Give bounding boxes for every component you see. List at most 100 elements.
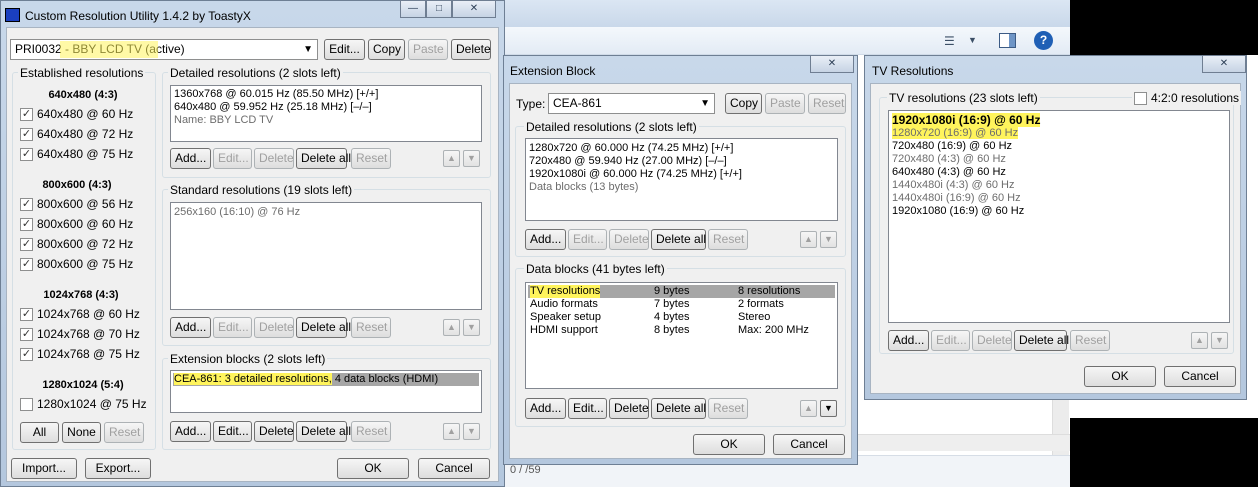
checkbox[interactable]: ✓ — [20, 327, 33, 341]
close-button[interactable]: ✕ — [452, 0, 496, 18]
tv-list[interactable]: 1920x1080i (16:9) @ 60 Hz 1280x720 (16:9… — [888, 110, 1230, 323]
chk-800-72[interactable]: ✓ 800x600 @ 72 Hz — [20, 237, 133, 251]
checkbox[interactable]: ✓ — [20, 217, 33, 231]
standard-up-icon[interactable]: ▲ — [443, 319, 460, 336]
chk-640-75[interactable]: ✓ 640x480 @ 75 Hz — [20, 147, 133, 161]
extension-close-button[interactable]: ✕ — [810, 55, 854, 73]
data-blocks-reset-button[interactable]: Reset — [708, 398, 748, 419]
detailed-reset-button[interactable]: Reset — [351, 148, 391, 169]
tv-close-button[interactable]: ✕ — [1202, 55, 1246, 73]
checkbox[interactable]: ✓ — [20, 147, 33, 161]
checkbox[interactable]: ✓ — [20, 237, 33, 251]
chk-1024-75[interactable]: ✓ 1024x768 @ 75 Hz — [20, 347, 140, 361]
detailed-delete-all-button[interactable]: Delete all — [296, 148, 351, 169]
list-item[interactable]: 720x480 (4:3) @ 60 Hz — [889, 153, 1229, 166]
list-item[interactable]: 1440x480i (4:3) @ 60 Hz — [889, 179, 1229, 192]
display-select[interactable]: PRI0032 - BBY LCD TV (active) ▼ — [10, 39, 318, 60]
extension-edit-button[interactable]: Edit... — [213, 421, 252, 442]
list-item[interactable]: 1440x480i (16:9) @ 60 Hz — [889, 192, 1229, 205]
reset-established-button[interactable]: Reset — [104, 422, 144, 443]
standard-down-icon[interactable]: ▼ — [463, 319, 480, 336]
data-blocks-add-button[interactable]: Add... — [525, 398, 566, 419]
tv-add-button[interactable]: Add... — [888, 330, 929, 351]
none-button[interactable]: None — [62, 422, 101, 443]
standard-list[interactable]: 256x160 (16:10) @ 76 Hz — [170, 202, 482, 310]
copy-display-button[interactable]: Copy — [368, 39, 405, 60]
ext-paste-button[interactable]: Paste — [765, 93, 805, 114]
data-blocks-delete-all-button[interactable]: Delete all — [651, 398, 706, 419]
list-item[interactable]: 720x480 (16:9) @ 60 Hz — [889, 140, 1229, 153]
ext-copy-button[interactable]: Copy — [725, 93, 762, 114]
checkbox[interactable] — [1134, 91, 1147, 105]
chk-1024-60[interactable]: ✓ 1024x768 @ 60 Hz — [20, 307, 140, 321]
standard-delete-button[interactable]: Delete — [254, 317, 294, 338]
ext-detailed-add-button[interactable]: Add... — [525, 229, 566, 250]
detailed-list[interactable]: 1360x768 @ 60.015 Hz (85.50 MHz) [+/+] 6… — [170, 85, 482, 142]
all-button[interactable]: All — [20, 422, 59, 443]
data-blocks-list[interactable]: TV resolutions 9 bytes 8 resolutions Audio… — [525, 282, 838, 389]
checkbox[interactable]: ✓ — [20, 257, 33, 271]
detailed-delete-button[interactable]: Delete — [254, 148, 294, 169]
chk-800-56[interactable]: ✓ 800x600 @ 56 Hz — [20, 197, 133, 211]
list-item[interactable]: 1280x720 @ 60.000 Hz (74.25 MHz) [+/+] — [526, 142, 837, 155]
list-item[interactable]: 640x480 (4:3) @ 60 Hz — [889, 166, 1229, 179]
tv-ok-button[interactable]: OK — [1084, 366, 1156, 387]
ext-cancel-button[interactable]: Cancel — [773, 434, 845, 455]
detailed-add-button[interactable]: Add... — [170, 148, 211, 169]
ext-detailed-edit-button[interactable]: Edit... — [568, 229, 607, 250]
chk-640-60[interactable]: ✓ 640x480 @ 60 Hz — [20, 107, 133, 121]
tv-edit-button[interactable]: Edit... — [931, 330, 970, 351]
chk-1024-70[interactable]: ✓ 1024x768 @ 70 Hz — [20, 327, 140, 341]
chk-800-75[interactable]: ✓ 800x600 @ 75 Hz — [20, 257, 133, 271]
table-row[interactable]: TV resolutions 9 bytes 8 resolutions — [528, 285, 835, 298]
cancel-button[interactable]: Cancel — [418, 458, 490, 479]
data-blocks-delete-button[interactable]: Delete — [609, 398, 649, 419]
detailed-down-icon[interactable]: ▼ — [463, 150, 480, 167]
extension-down-icon[interactable]: ▼ — [463, 423, 480, 440]
import-button[interactable]: Import... — [11, 458, 77, 479]
ext-detailed-list[interactable]: 1280x720 @ 60.000 Hz (74.25 MHz) [+/+] 7… — [525, 138, 838, 221]
list-item[interactable]: 1360x768 @ 60.015 Hz (85.50 MHz) [+/+] — [171, 88, 481, 101]
list-item[interactable]: Name: BBY LCD TV — [171, 114, 481, 127]
paste-display-button[interactable]: Paste — [408, 39, 448, 60]
data-blocks-up-icon[interactable]: ▲ — [800, 400, 817, 417]
chk-420-resolutions[interactable]: 4:2:0 resolutions — [1132, 91, 1242, 105]
type-select[interactable]: CEA-861 ▼ — [548, 93, 715, 114]
tv-up-icon[interactable]: ▲ — [1191, 332, 1208, 349]
minimize-button[interactable]: — — [400, 0, 426, 18]
ok-button[interactable]: OK — [337, 458, 409, 479]
standard-delete-all-button[interactable]: Delete all — [296, 317, 351, 338]
list-item[interactable]: 256x160 (16:10) @ 76 Hz — [171, 206, 481, 219]
list-item[interactable]: 1280x720 (16:9) @ 60 Hz — [889, 127, 1229, 140]
list-item[interactable]: 720x480 @ 59.940 Hz (27.00 MHz) [–/–] — [526, 155, 837, 168]
help-icon[interactable]: ? — [1034, 31, 1053, 50]
chk-640-72[interactable]: ✓ 640x480 @ 72 Hz — [20, 127, 133, 141]
view-menu-icon[interactable]: ☰ — [944, 34, 960, 48]
ext-detailed-down-icon[interactable]: ▼ — [820, 231, 837, 248]
list-item[interactable]: Data blocks (13 bytes) — [526, 181, 837, 194]
detailed-up-icon[interactable]: ▲ — [443, 150, 460, 167]
extension-list[interactable]: CEA-861: 3 detailed resolutions, 4 data … — [170, 370, 482, 413]
chk-1280-75[interactable]: 1280x1024 @ 75 Hz — [20, 397, 147, 411]
preview-pane-icon[interactable] — [999, 33, 1016, 48]
ext-detailed-delete-button[interactable]: Delete — [609, 229, 649, 250]
extension-delete-all-button[interactable]: Delete all — [296, 421, 351, 442]
list-item[interactable]: 640x480 @ 59.952 Hz (25.18 MHz) [–/–] — [171, 101, 481, 114]
checkbox[interactable]: ✓ — [20, 347, 33, 361]
data-blocks-edit-button[interactable]: Edit... — [568, 398, 607, 419]
list-item[interactable]: CEA-861: 3 detailed resolutions, 4 data … — [173, 373, 479, 386]
export-button[interactable]: Export... — [85, 458, 151, 479]
standard-add-button[interactable]: Add... — [170, 317, 211, 338]
table-row[interactable]: Speaker setup 4 bytes Stereo — [528, 311, 835, 324]
delete-display-button[interactable]: Delete — [451, 39, 491, 60]
list-item[interactable]: 1920x1080i (16:9) @ 60 Hz — [889, 113, 1229, 127]
checkbox[interactable] — [20, 397, 33, 411]
standard-edit-button[interactable]: Edit... — [213, 317, 252, 338]
table-row[interactable]: HDMI support 8 bytes Max: 200 MHz — [528, 324, 835, 337]
data-blocks-down-icon[interactable]: ▼ — [820, 400, 837, 417]
tv-delete-all-button[interactable]: Delete all — [1014, 330, 1069, 351]
checkbox[interactable]: ✓ — [20, 127, 33, 141]
tv-reset-button[interactable]: Reset — [1070, 330, 1110, 351]
ext-reset-button[interactable]: Reset — [808, 93, 846, 114]
checkbox[interactable]: ✓ — [20, 107, 33, 121]
